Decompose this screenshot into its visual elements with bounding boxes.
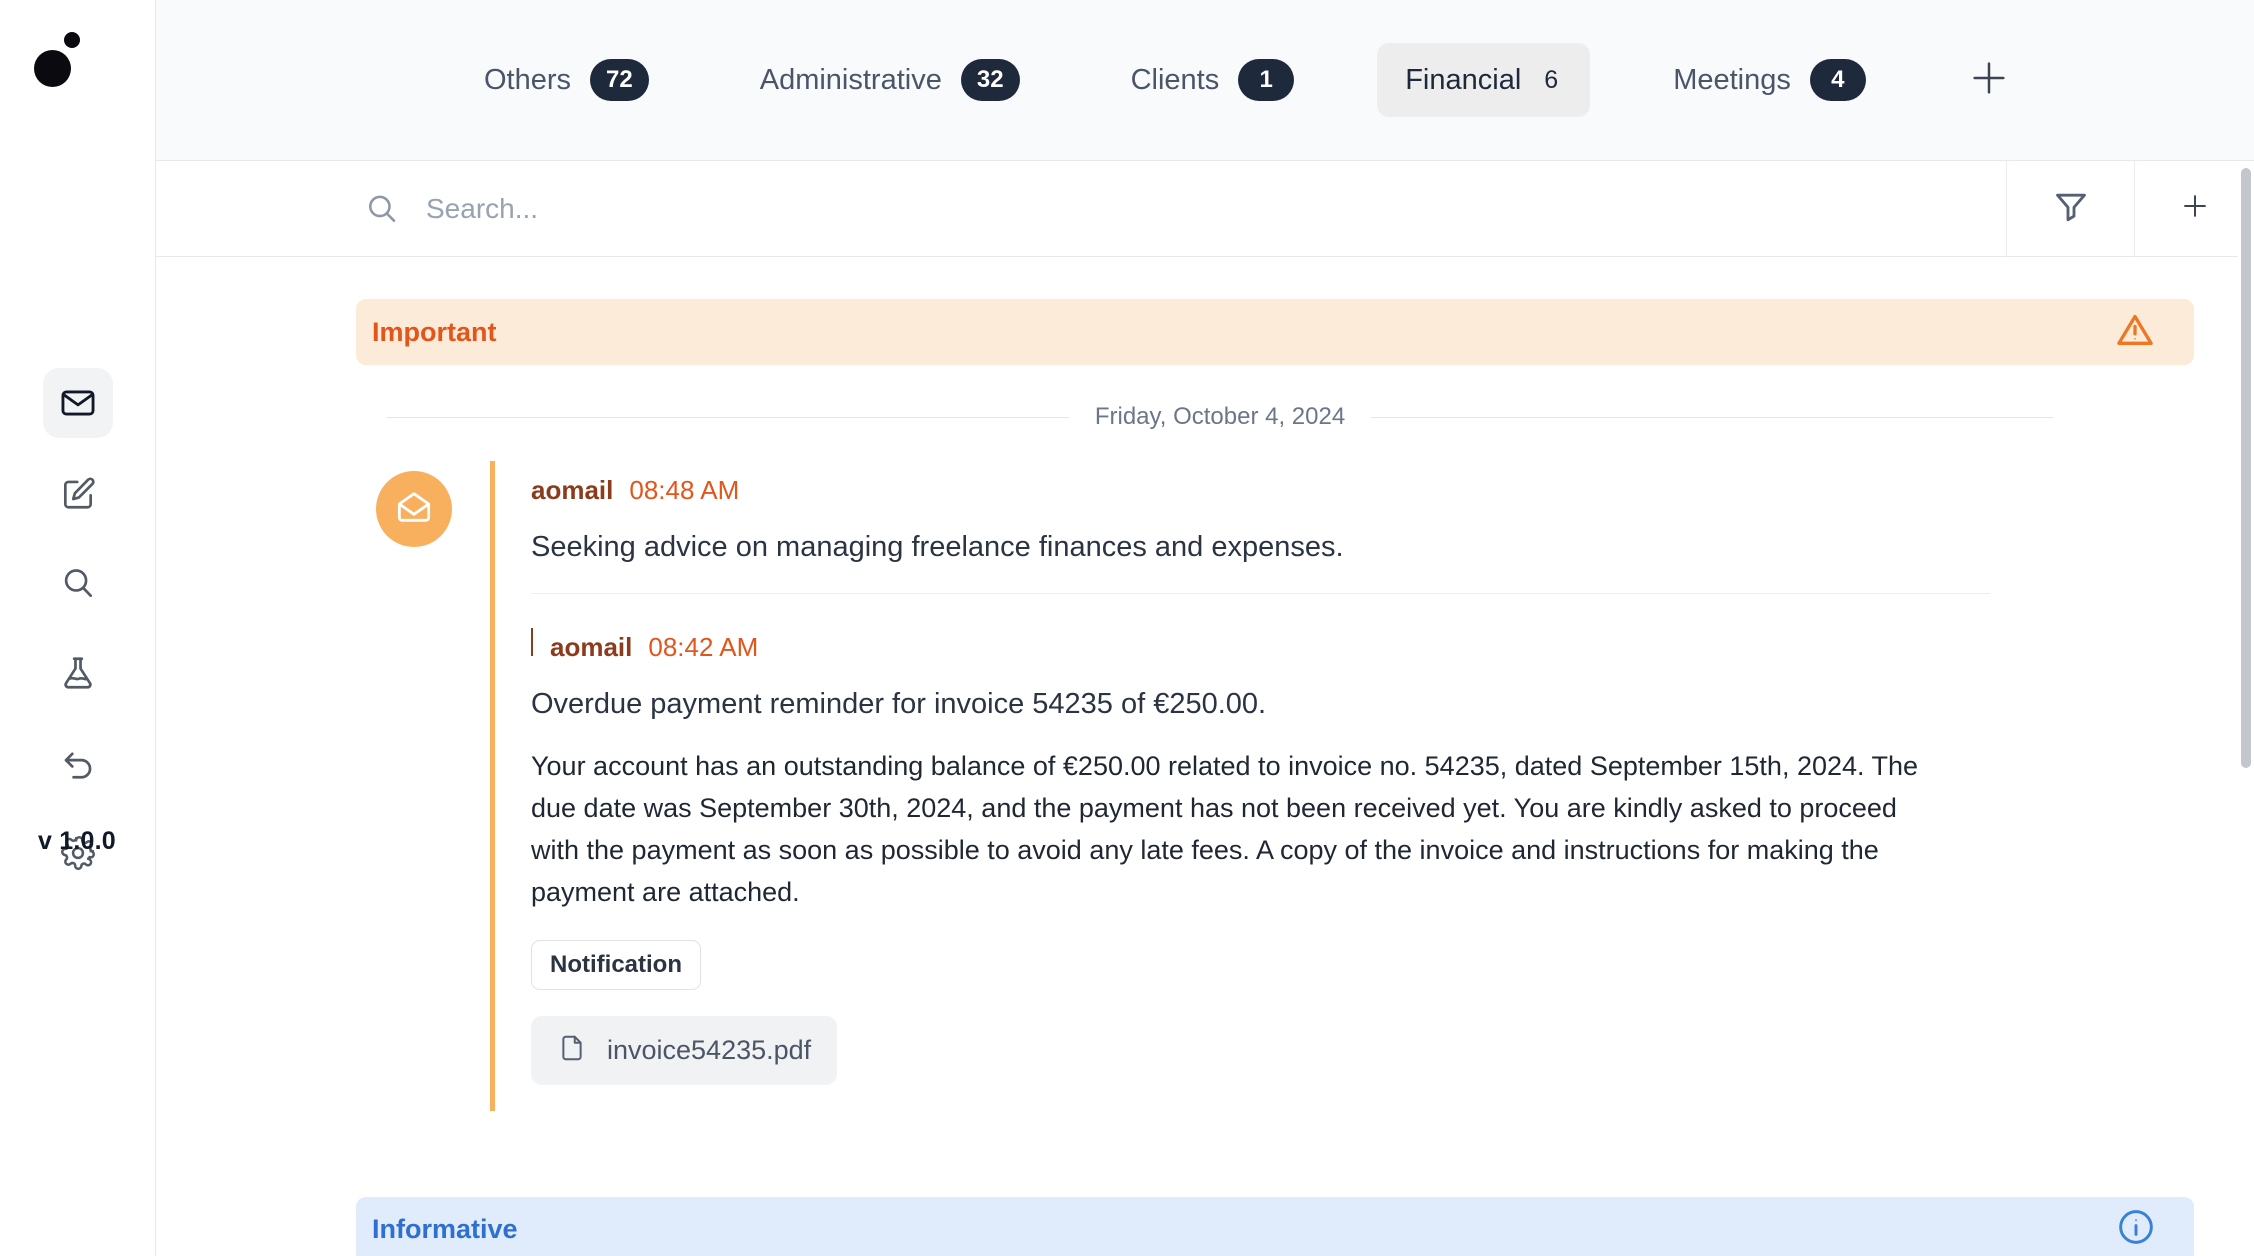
scrollbar-thumb[interactable] — [2241, 168, 2251, 768]
logo-small-dot — [64, 32, 80, 48]
search-input[interactable] — [426, 192, 1126, 225]
info-circle-icon — [2116, 1207, 2156, 1252]
search-icon — [59, 564, 97, 602]
date-divider: Friday, October 4, 2024 — [386, 403, 2055, 431]
sidebar-item-lab[interactable] — [43, 638, 113, 708]
section-banner-informative: Informative — [356, 1196, 2194, 1256]
divider-line-left — [386, 416, 1069, 418]
mail-icon — [59, 384, 97, 422]
mail-tag[interactable]: Notification — [531, 939, 701, 990]
tab-label: Meetings — [1673, 63, 1791, 96]
attachment-chip[interactable]: invoice54235.pdf — [531, 1015, 838, 1085]
mail-items: aomail 08:48 AM Seeking advice on managi… — [490, 461, 1990, 1111]
flask-icon — [59, 654, 97, 692]
category-tabbar: Others 72 Administrative 32 Clients 1 Fi… — [156, 0, 2254, 161]
add-category-button[interactable] — [1959, 50, 2019, 110]
app-version: v 1.0.0 — [38, 827, 116, 855]
filter-button[interactable] — [2006, 160, 2134, 257]
tab-financial[interactable]: Financial 6 — [1377, 43, 1591, 117]
avatar — [376, 471, 452, 547]
mail-item[interactable]: aomail 08:48 AM Seeking advice on managi… — [531, 461, 1990, 593]
tab-label: Clients — [1130, 63, 1220, 96]
banner-label: Important — [372, 316, 497, 347]
sidebar: v 1.0.0 — [0, 0, 156, 1256]
mail-body: Your account has an outstanding balance … — [531, 751, 1919, 907]
search-toolbar — [156, 160, 2254, 257]
open-envelope-icon — [394, 487, 434, 532]
add-rule-button[interactable] — [2134, 160, 2254, 257]
banner-label: Informative — [372, 1214, 518, 1245]
tab-label: Administrative — [759, 63, 942, 96]
mail-header: aomail 08:48 AM — [531, 475, 1990, 506]
sidebar-item-search[interactable] — [43, 548, 113, 618]
main-panel: Others 72 Administrative 32 Clients 1 Fi… — [156, 0, 2254, 1256]
tab-others[interactable]: Others 72 — [456, 43, 677, 117]
search-field-wrapper — [156, 191, 2006, 227]
mail-item[interactable]: aomail 08:42 AM Overdue payment reminder… — [531, 593, 1990, 1111]
content-scrollbar[interactable] — [2238, 162, 2254, 1256]
plus-icon — [2178, 189, 2212, 228]
tab-administrative[interactable]: Administrative 32 — [732, 43, 1048, 117]
mail-sender: aomail — [550, 632, 633, 663]
mail-thread-group: aomail 08:48 AM Seeking advice on managi… — [376, 461, 2254, 1111]
tab-count-badge: 1 — [1238, 59, 1295, 101]
tab-clients[interactable]: Clients 1 — [1103, 43, 1323, 117]
tab-count-badge: 32 — [960, 59, 1020, 101]
undo-icon — [59, 744, 97, 782]
filter-icon — [2052, 187, 2090, 230]
section-banner-important: Important — [356, 299, 2194, 365]
mail-time: 08:42 AM — [648, 632, 759, 663]
mail-subject: Seeking advice on managing freelance fin… — [531, 531, 1344, 563]
sidebar-item-undo[interactable] — [43, 728, 113, 798]
app-root: v 1.0.0 Others 72 Administrative 32 Clie… — [0, 0, 2254, 1256]
plus-icon — [1966, 55, 2012, 106]
warning-triangle-icon — [2114, 309, 2156, 356]
tab-count-badge: 72 — [590, 59, 649, 101]
search-icon — [364, 191, 400, 227]
text-caret — [531, 628, 533, 657]
sidebar-item-mail[interactable] — [43, 368, 113, 438]
email-list: Important Friday, October 4, 2024 aomail… — [156, 257, 2254, 1256]
mail-sender: aomail — [531, 475, 614, 505]
tab-label: Others — [484, 63, 572, 96]
tab-label: Financial — [1405, 63, 1522, 96]
mail-time: 08:48 AM — [629, 475, 740, 505]
divider-line-right — [1371, 416, 2055, 418]
mail-header: aomail 08:42 AM — [531, 628, 1990, 663]
attachment-name: invoice54235.pdf — [607, 1034, 812, 1065]
tab-meetings[interactable]: Meetings 4 — [1645, 43, 1894, 117]
mail-subject: Overdue payment reminder for invoice 542… — [531, 688, 1267, 721]
tab-count-badge: 6 — [1544, 65, 1559, 94]
logo-large-dot — [34, 50, 71, 87]
document-icon — [557, 1033, 587, 1068]
tab-count-badge: 4 — [1809, 59, 1866, 101]
app-logo — [34, 32, 94, 87]
date-label: Friday, October 4, 2024 — [1094, 403, 1346, 430]
sidebar-item-compose[interactable] — [43, 458, 113, 528]
compose-icon — [59, 474, 97, 512]
